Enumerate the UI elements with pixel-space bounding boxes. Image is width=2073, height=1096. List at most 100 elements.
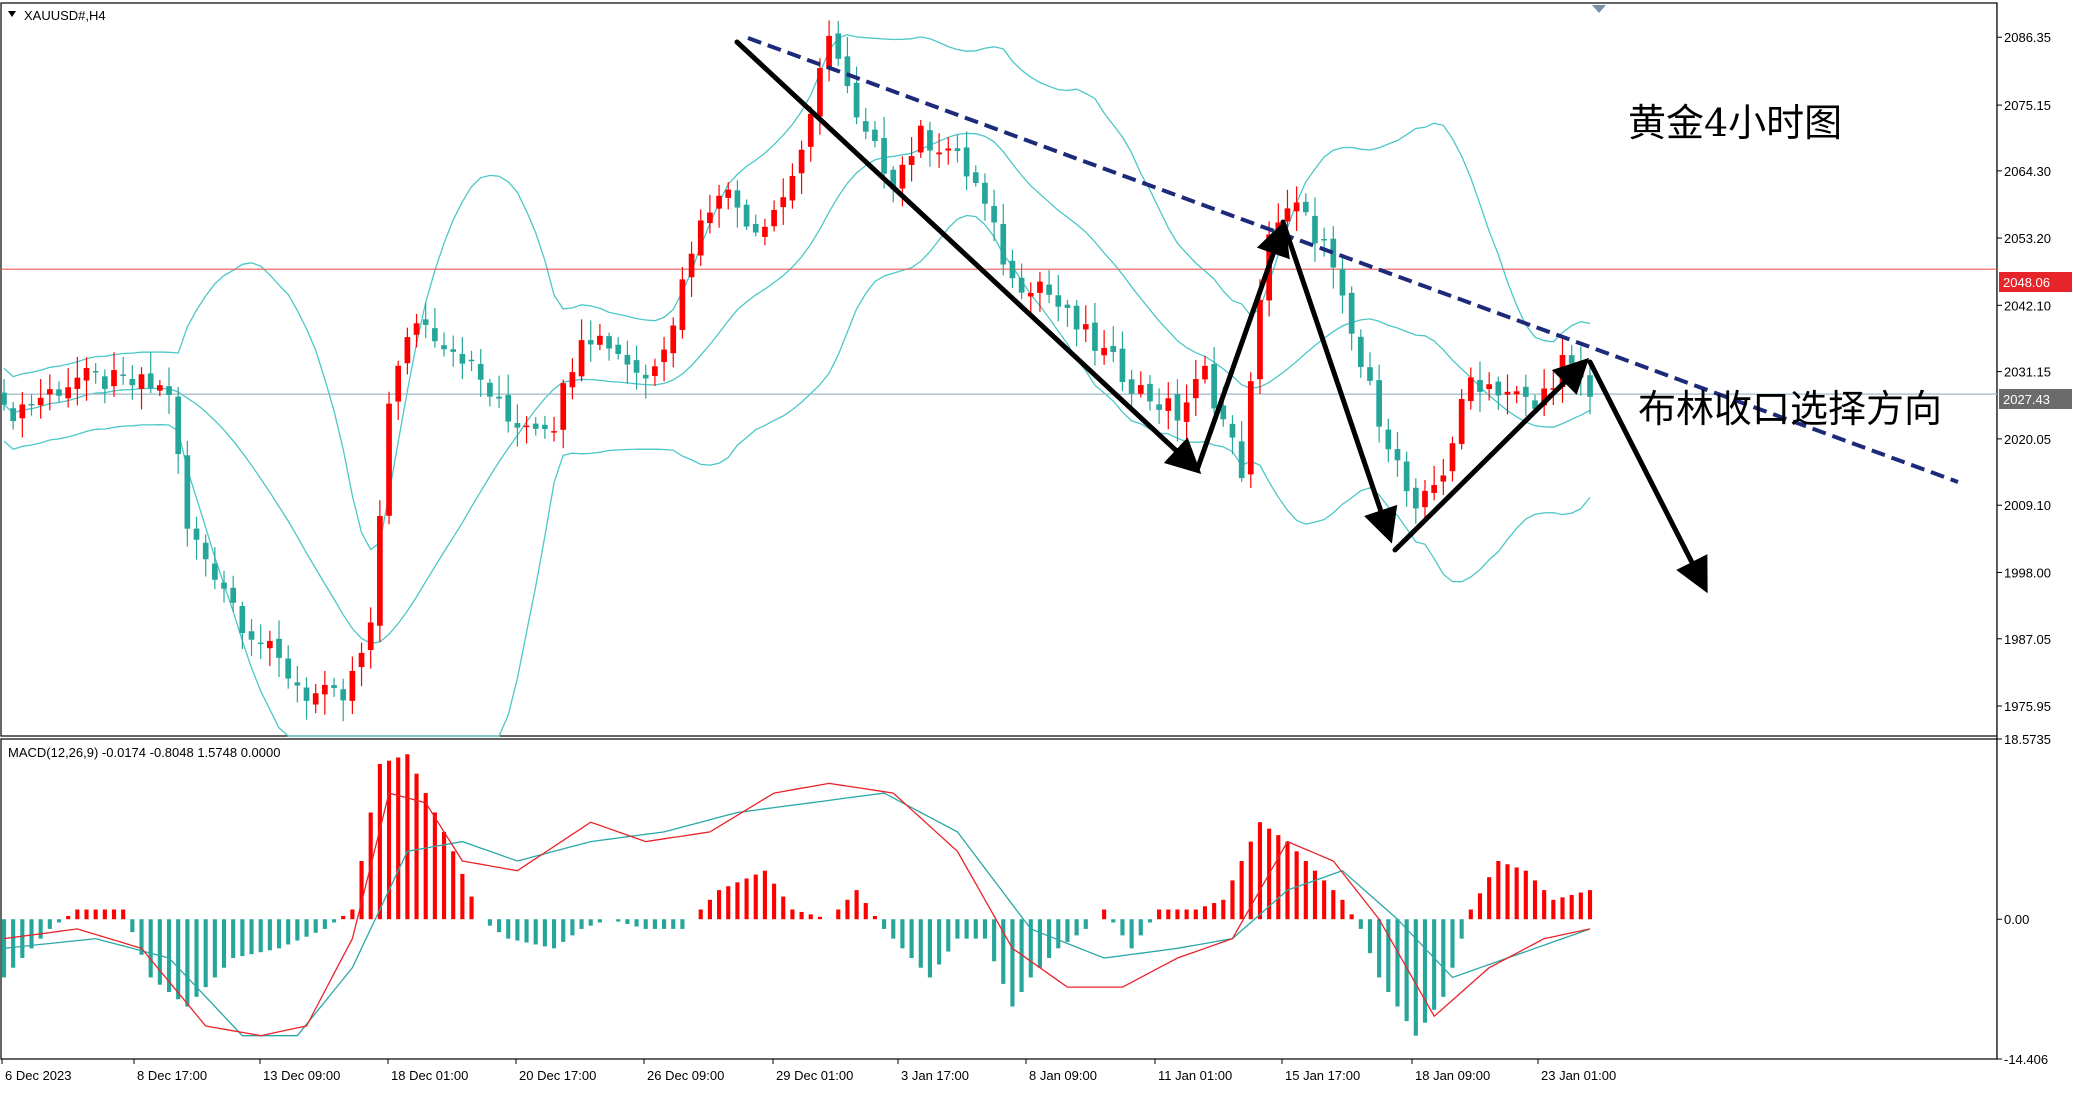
macd-histogram-bar [1294, 851, 1299, 920]
candle-body [1440, 475, 1447, 482]
macd-histogram-bar [29, 919, 34, 949]
candle-body [881, 138, 887, 174]
macd-histogram-bar [955, 919, 960, 939]
macd-histogram-bar [973, 919, 978, 939]
price-tick-label: 2064.30 [2004, 164, 2051, 179]
macd-tick-label: 18.5735 [2004, 732, 2051, 747]
macd-histogram-bar [240, 919, 245, 957]
candle-body [1257, 300, 1263, 380]
macd-histogram-bar [176, 919, 181, 1000]
macd-histogram-bar [982, 919, 987, 939]
candle-body [578, 340, 585, 377]
candle-body [56, 389, 62, 396]
candle-body [1513, 391, 1520, 395]
macd-histogram-bar [762, 870, 767, 920]
macd-histogram-bar [1532, 880, 1538, 920]
candle-body [624, 354, 631, 365]
candle-body [954, 148, 961, 151]
macd-histogram-bar [1102, 909, 1107, 920]
macd-histogram-bar [854, 890, 859, 920]
candle-body [349, 670, 356, 701]
candle-body [1321, 238, 1327, 241]
candle-body [597, 335, 603, 345]
macd-histogram-bar [56, 919, 62, 923]
macd-histogram-bar [1129, 919, 1134, 949]
time-tick-label: 6 Dec 2023 [5, 1068, 72, 1083]
macd-histogram-bar [1487, 877, 1492, 920]
candle-body [542, 424, 548, 429]
time-tick-label: 18 Jan 09:00 [1415, 1068, 1490, 1083]
candle-body [477, 363, 484, 380]
macd-histogram-bar [872, 915, 877, 920]
macd-histogram-bar [1322, 880, 1327, 920]
macd-histogram-bar [11, 919, 16, 968]
candle-body [120, 374, 127, 376]
candle-body [963, 147, 970, 177]
candle-body [248, 631, 255, 640]
macd-histogram-bar [231, 919, 236, 959]
macd-histogram-bar [634, 919, 639, 927]
macd-histogram-bar [616, 919, 621, 922]
candle-body [19, 404, 26, 419]
candle-body [762, 226, 768, 237]
candle-body [551, 431, 557, 433]
candle-body [1183, 402, 1190, 422]
macd-histogram-bar [1523, 870, 1528, 920]
candle-body [615, 344, 622, 355]
candle-body [459, 354, 466, 364]
macd-histogram-bar [304, 919, 309, 937]
macd-histogram-bar [1560, 897, 1565, 920]
macd-histogram-bar [781, 896, 786, 920]
candle-body [844, 56, 851, 87]
candle-body [633, 360, 640, 373]
candle-body [642, 374, 649, 379]
macd-histogram-bar [1193, 909, 1198, 920]
macd-histogram-bar [909, 919, 914, 959]
macd-histogram-bar [1578, 892, 1583, 920]
macd-histogram-bar [1358, 919, 1363, 929]
macd-histogram-bar [533, 919, 538, 945]
macd-histogram-bar [1083, 919, 1088, 929]
macd-histogram-bar [1331, 890, 1336, 920]
candle-body [83, 368, 90, 381]
macd-histogram-bar [1010, 919, 1015, 1007]
price-tick-label: 2031.15 [2004, 365, 2051, 380]
macd-histogram-bar [1441, 919, 1446, 997]
candle-body [1312, 215, 1318, 244]
candle-body [1165, 398, 1172, 411]
candle-body [1495, 381, 1502, 396]
macd-histogram-bar [524, 919, 529, 943]
candle-body [312, 693, 319, 705]
macd-histogram-bar [1212, 903, 1217, 920]
macd-histogram-bar [1138, 919, 1143, 936]
macd-label: MACD(12,26,9) -0.0174 -0.8048 1.5748 0.0… [8, 745, 280, 760]
macd-histogram-bar [496, 919, 502, 933]
candle-body [835, 33, 842, 59]
macd-histogram-bar [882, 919, 887, 929]
candle-body [1385, 429, 1392, 450]
candle-body [1082, 324, 1089, 330]
candle-body [789, 176, 796, 201]
candle-body [505, 395, 512, 422]
macd-histogram-bar [1468, 909, 1473, 920]
candle-body [432, 328, 438, 342]
macd-histogram-bar [992, 919, 997, 962]
macd-histogram-bar [1111, 919, 1116, 923]
candle-body [587, 340, 594, 345]
candle-body [1064, 304, 1071, 308]
macd-histogram-bar [799, 911, 804, 920]
macd-histogram-bar [1047, 919, 1052, 959]
macd-histogram-bar [735, 882, 740, 920]
macd-histogram-bar [1074, 919, 1079, 936]
candle-body [872, 129, 878, 142]
candle-body [1348, 292, 1355, 334]
candle-body [10, 408, 17, 422]
candle-body [322, 684, 328, 695]
macd-histogram-bar [1120, 919, 1125, 936]
macd-histogram-bar [203, 919, 208, 988]
candle-body [817, 68, 823, 117]
candle-body [212, 563, 218, 580]
macd-histogram-bar [75, 909, 80, 920]
candle-body [1202, 365, 1208, 380]
price-tick-label: 2042.10 [2004, 298, 2051, 313]
